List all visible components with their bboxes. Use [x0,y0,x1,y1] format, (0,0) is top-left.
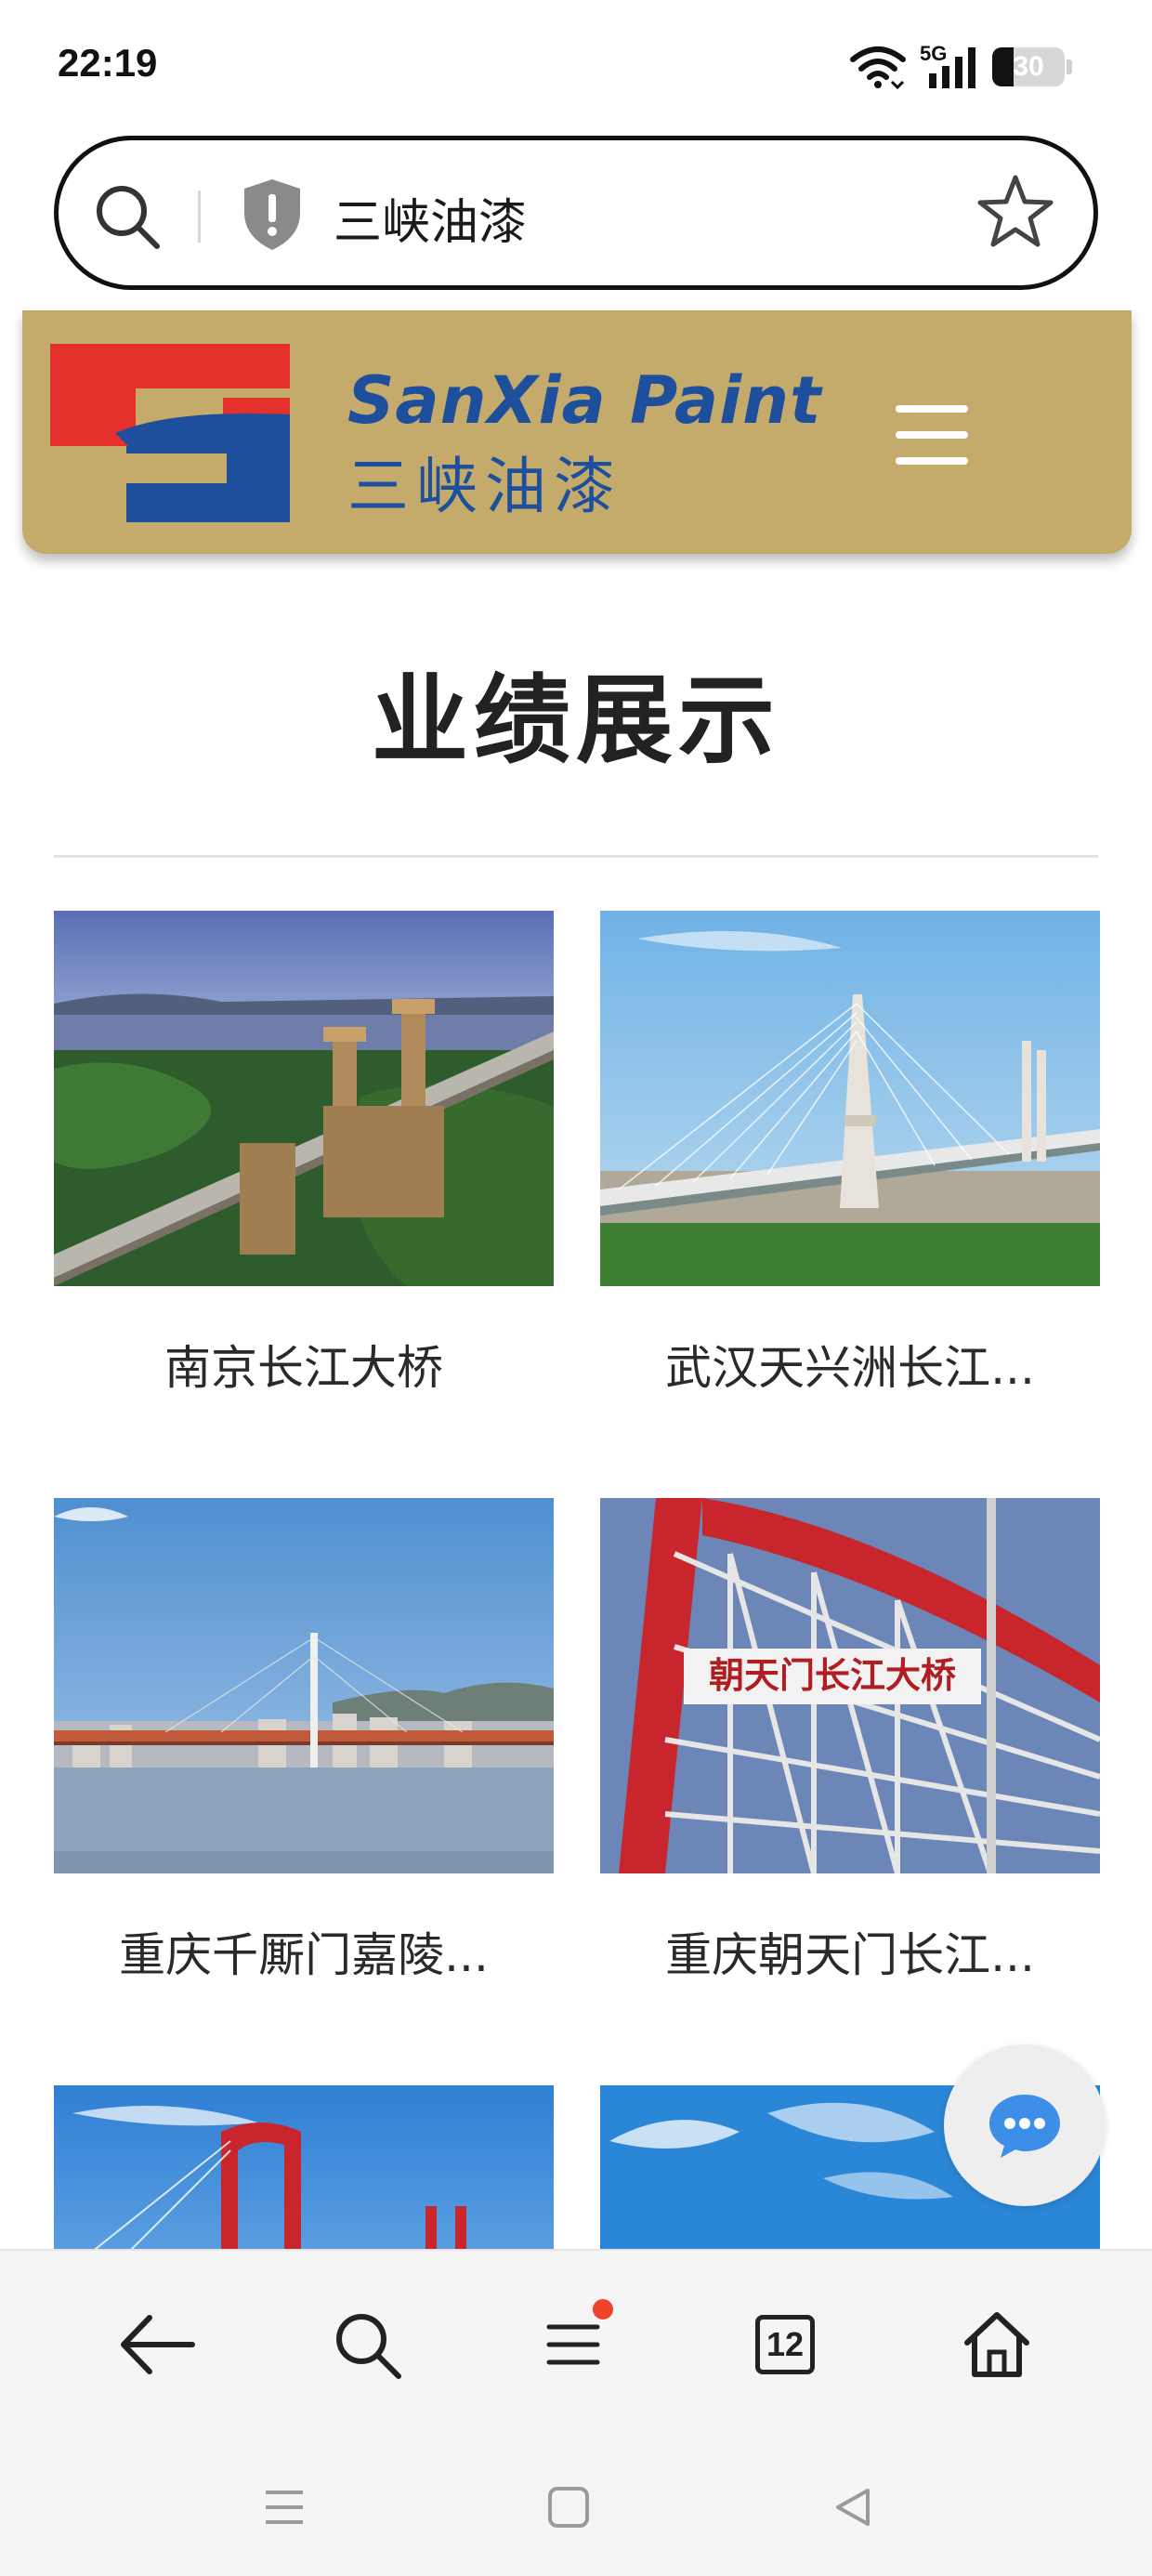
logo-text-en: SanXia Paint [347,362,822,439]
status-time: 22:19 [58,41,158,85]
recents-icon [266,2491,303,2524]
logo-text-cn: 三峡油漆 [347,451,622,522]
system-back-button[interactable] [825,2479,881,2535]
project-image-nanjing-bridge[interactable] [54,911,554,1286]
project-image-qiansimen-bridge[interactable] [54,1498,554,1873]
cellular-signal-icon: 5G [920,42,979,90]
project-caption[interactable]: 南京长江大桥 [54,1331,554,1398]
site-header: SanXia Paint 三峡油漆 [22,310,1132,554]
browser-screen: 22:19 5G 30 三峡油漆 SanXia Paint 三峡油漆 业绩展示 … [0,0,1152,2576]
home-icon [964,2312,1029,2377]
system-home-button[interactable] [541,2479,596,2535]
address-query[interactable]: 三峡油漆 [334,183,527,253]
chat-bubble-icon [989,2095,1060,2158]
sanxia-logo-mark[interactable] [50,344,297,522]
address-bar[interactable]: 三峡油漆 [54,136,1098,290]
project-card[interactable]: 朝天门长江大桥 重庆朝天门长江... [600,1498,1100,1985]
star-icon[interactable] [976,172,1054,250]
address-divider [198,191,201,243]
hamburger-menu-icon[interactable] [896,405,968,465]
project-caption[interactable]: 武汉天兴洲长江... [600,1331,1100,1398]
status-bar: 22:19 5G 30 [0,0,1152,130]
search-button[interactable] [325,2303,409,2386]
back-arrow-icon [121,2315,195,2374]
home-button[interactable] [955,2303,1039,2386]
project-caption[interactable]: 重庆千厮门嘉陵... [54,1918,554,1985]
status-icons: 5G 30 [849,41,1072,93]
home-square-icon [548,2487,589,2528]
notification-dot [593,2299,613,2320]
title-divider [54,855,1098,858]
battery-icon: 30 [992,47,1065,86]
project-image-wuhan-tianxingzhou-bridge[interactable] [600,911,1100,1286]
tabs-button[interactable]: 12 [743,2303,827,2386]
back-triangle-icon [836,2489,870,2526]
page-title: 业绩展示 [371,664,780,777]
shield-alert-icon[interactable] [241,177,304,252]
project-card[interactable]: 武汉天兴洲长江... [600,911,1100,1398]
search-icon[interactable] [92,181,163,252]
search-icon [336,2314,401,2379]
project-card[interactable]: 重庆千厮门嘉陵... [54,1498,554,1985]
wifi-icon [850,46,906,89]
bridge-sign-text: 朝天门长江大桥 [709,1654,956,1696]
project-card[interactable]: 南京长江大桥 [54,911,554,1398]
chat-button[interactable] [944,2044,1106,2206]
browser-toolbar: 12 [0,2249,1152,2453]
back-button[interactable] [115,2303,199,2386]
recents-button[interactable] [256,2479,312,2535]
system-nav-bar [0,2453,1152,2576]
battery-level: 30 [1013,51,1044,82]
menu-button[interactable] [531,2299,615,2386]
tabs-icon: 12 [755,2315,815,2374]
project-image-chaotianmen-bridge[interactable]: 朝天门长江大桥 [600,1498,1100,1873]
project-caption[interactable]: 重庆朝天门长江... [600,1918,1100,1985]
menu-list-icon [546,2324,600,2365]
